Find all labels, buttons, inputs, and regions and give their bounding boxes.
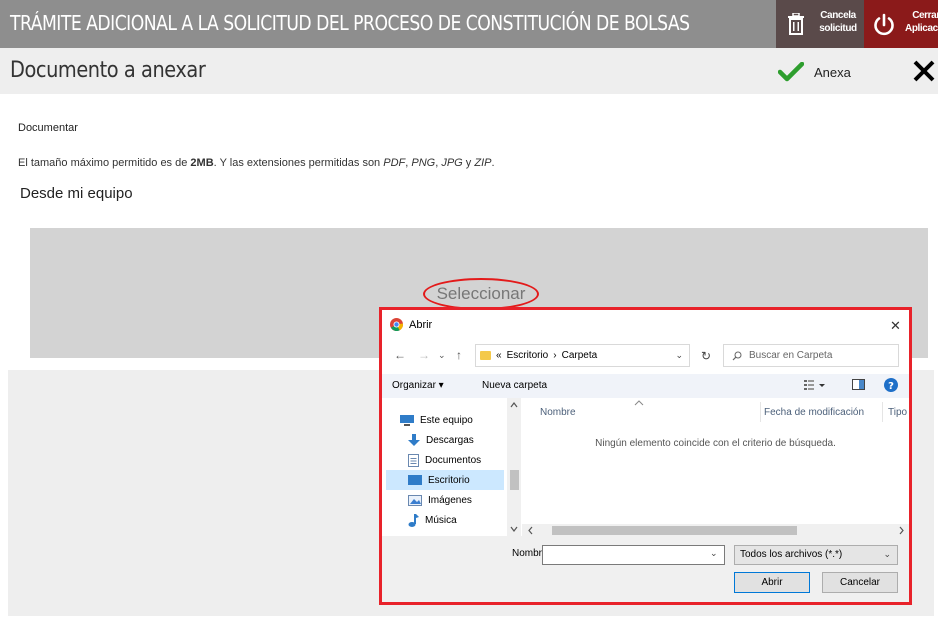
cancel-request-line1: Cancela [820, 10, 856, 21]
nav-pane-scroll-thumb[interactable] [510, 470, 519, 490]
music-icon [408, 513, 419, 527]
open-button[interactable]: Abrir [734, 572, 810, 593]
open-dialog-highlight: Abrir ✕ ← → ⌄ ↑ « Escritorio › Carpeta ⌄… [379, 307, 912, 605]
scroll-up-icon[interactable] [507, 400, 521, 410]
close-application-line1: Cerrar [912, 10, 938, 21]
svg-text:?: ? [888, 381, 894, 392]
documentar-label: Documentar [18, 122, 78, 134]
search-placeholder: Buscar en Carpeta [749, 350, 833, 361]
anexa-button[interactable]: Anexa [778, 58, 851, 86]
empty-results-message: Ningún elemento coincide con el criterio… [595, 438, 836, 449]
open-file-dialog: Abrir ✕ ← → ⌄ ↑ « Escritorio › Carpeta ⌄… [382, 310, 909, 602]
navigation-pane: Este equipo Descargas Documentos Escrito… [382, 398, 522, 536]
close-icon[interactable] [913, 60, 935, 82]
trash-icon [788, 13, 804, 35]
scroll-down-icon[interactable] [507, 524, 521, 534]
file-type-dropdown-icon: ⌄ [883, 549, 891, 559]
hscroll-thumb[interactable] [552, 526, 797, 535]
cancel-request-button[interactable]: Cancela solicitud [776, 0, 864, 48]
nav-item-documentos[interactable]: Documentos [408, 450, 508, 470]
column-tipo[interactable]: Tipo [888, 407, 907, 418]
dialog-toolbar: Organizar ▾ Nueva carpeta ? [382, 374, 909, 398]
select-file-button[interactable]: Seleccionar [423, 278, 539, 310]
cancel-request-line2: solicitud [819, 23, 857, 34]
app-title: TRÁMITE ADICIONAL A LA SOLICITUD DEL PRO… [10, 11, 690, 35]
select-file-label: Seleccionar [436, 284, 526, 303]
column-nombre[interactable]: Nombre [540, 407, 576, 418]
help-icon[interactable]: ? [884, 378, 898, 392]
recent-chevron-icon[interactable]: ⌄ [438, 350, 446, 361]
documents-icon [408, 453, 419, 467]
search-icon [732, 351, 742, 360]
sort-up-icon [634, 400, 644, 406]
organize-menu[interactable]: Organizar ▾ [392, 380, 444, 391]
folder-icon [480, 351, 491, 360]
nav-item-descargas[interactable]: Descargas [408, 430, 508, 450]
new-folder-button[interactable]: Nueva carpeta [482, 380, 547, 391]
view-options-icon[interactable] [804, 379, 826, 391]
dialog-title: Abrir [409, 318, 433, 331]
column-separator[interactable] [882, 402, 883, 422]
address-dropdown-icon[interactable]: ⌄ [675, 350, 683, 361]
checkmark-icon [778, 62, 804, 82]
address-bar[interactable]: « Escritorio › Carpeta ⌄ [475, 344, 690, 367]
breadcrumb-separator: › [553, 350, 557, 361]
computer-icon [400, 414, 414, 426]
nav-item-musica[interactable]: Música [408, 510, 508, 530]
file-type-select[interactable]: Todos los archivos (*.*) ⌄ [734, 545, 898, 565]
dialog-titlebar: Abrir [390, 318, 432, 331]
back-arrow-icon[interactable]: ← [394, 348, 406, 362]
max-size-value: 2MB [190, 157, 214, 169]
page-title: Documento a anexar [10, 58, 206, 83]
nav-item-este-equipo[interactable]: Este equipo [400, 410, 500, 430]
refresh-icon[interactable]: ↻ [694, 344, 718, 367]
column-fecha[interactable]: Fecha de modificación [764, 407, 864, 418]
nav-item-imagenes[interactable]: Imágenes [408, 490, 508, 510]
download-icon [408, 434, 420, 446]
file-list-pane: Nombre Fecha de modificación Tipo Ningún… [522, 398, 909, 536]
up-arrow-icon[interactable]: ↑ [456, 348, 462, 362]
column-separator[interactable] [760, 402, 761, 422]
anexa-label: Anexa [814, 64, 851, 80]
desde-mi-equipo-heading: Desde mi equipo [20, 185, 133, 202]
dialog-nav-row: ← → ⌄ ↑ « Escritorio › Carpeta ⌄ ↻ Busca… [382, 340, 909, 370]
nav-item-escritorio[interactable]: Escritorio [386, 470, 504, 490]
images-icon [408, 494, 422, 506]
app-header: TRÁMITE ADICIONAL A LA SOLICITUD DEL PRO… [0, 0, 938, 48]
cancel-button[interactable]: Cancelar [822, 572, 898, 593]
nav-pane-scrollbar[interactable] [507, 398, 521, 536]
desktop-icon [408, 474, 422, 485]
chrome-icon [390, 318, 403, 331]
filename-dropdown-icon[interactable]: ⌄ [710, 548, 718, 559]
file-type-value: Todos los archivos (*.*) [740, 549, 843, 560]
forward-arrow-icon[interactable]: → [418, 348, 430, 362]
dialog-close-icon[interactable]: ✕ [890, 318, 901, 334]
power-icon [874, 13, 894, 36]
close-application-line2: Aplicación [905, 23, 938, 34]
breadcrumb-carpeta[interactable]: Carpeta [562, 350, 598, 361]
search-input[interactable]: Buscar en Carpeta [723, 344, 899, 367]
breadcrumb-escritorio[interactable]: Escritorio [507, 350, 549, 361]
preview-pane-icon[interactable] [852, 379, 865, 390]
close-application-button[interactable]: Cerrar Aplicación [864, 0, 938, 48]
breadcrumb-overflow[interactable]: « [496, 350, 502, 361]
filename-input[interactable] [542, 545, 725, 565]
dialog-footer: Nombre: ⌄ Todos los archivos (*.*) ⌄ Abr… [382, 536, 909, 602]
upload-info-text: El tamaño máximo permitido es de 2MB. Y … [18, 157, 495, 169]
